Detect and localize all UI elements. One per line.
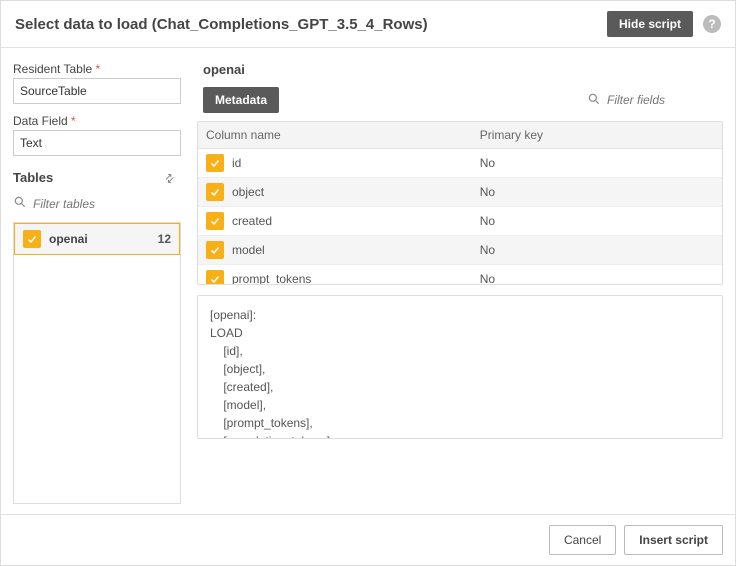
columns-body[interactable]: idNoobjectNocreatedNomodelNoprompt_token… <box>198 149 722 284</box>
columns-table: Column name Primary key idNoobjectNocrea… <box>197 121 723 285</box>
column-primary-key: No <box>472 151 722 175</box>
checkbox-icon[interactable] <box>23 230 41 248</box>
required-asterisk-icon: * <box>71 114 76 128</box>
column-row[interactable]: id No <box>198 149 722 178</box>
script-preview[interactable]: [openai]: LOAD [id], [object], [created]… <box>197 295 723 439</box>
search-icon <box>13 195 27 212</box>
table-item[interactable]: openai 12 <box>14 223 180 255</box>
column-name: model <box>232 243 265 257</box>
fields-toolbar: Metadata <box>197 87 723 113</box>
data-field-label: Data Field * <box>13 114 181 128</box>
left-panel: Resident Table * Data Field * Tables ↗↙ … <box>1 48 193 514</box>
main-content: Resident Table * Data Field * Tables ↗↙ … <box>1 48 735 514</box>
column-row[interactable]: prompt_tokens No <box>198 265 722 284</box>
right-panel: openai Metadata Column name Primary key … <box>193 48 735 514</box>
filter-fields-row <box>587 92 717 109</box>
primary-key-header: Primary key <box>472 122 722 148</box>
search-icon <box>587 92 601 109</box>
cancel-button[interactable]: Cancel <box>549 525 616 555</box>
table-item-count: 12 <box>158 232 171 246</box>
help-icon[interactable]: ? <box>703 15 721 33</box>
column-primary-key: No <box>472 238 722 262</box>
column-name: id <box>232 156 241 170</box>
expand-panel-icon[interactable]: ↗↙ <box>164 172 181 183</box>
dialog-title: Select data to load (Chat_Completions_GP… <box>15 16 607 33</box>
checkbox-icon[interactable] <box>206 241 224 259</box>
insert-script-button[interactable]: Insert script <box>624 525 723 555</box>
tables-list: openai 12 <box>13 222 181 504</box>
column-name: prompt_tokens <box>232 272 311 284</box>
hide-script-button[interactable]: Hide script <box>607 11 693 37</box>
checkbox-icon[interactable] <box>206 270 224 284</box>
column-row[interactable]: created No <box>198 207 722 236</box>
checkbox-icon[interactable] <box>206 183 224 201</box>
column-primary-key: No <box>472 267 722 284</box>
column-row[interactable]: object No <box>198 178 722 207</box>
column-primary-key: No <box>472 209 722 233</box>
filter-tables-row <box>13 195 181 212</box>
dialog-header: Select data to load (Chat_Completions_GP… <box>1 1 735 48</box>
connection-title: openai <box>203 62 723 77</box>
data-field-input[interactable] <box>13 130 181 156</box>
columns-header-row: Column name Primary key <box>198 122 722 149</box>
resident-table-label: Resident Table * <box>13 62 181 76</box>
dialog-footer: Cancel Insert script <box>1 514 735 565</box>
column-primary-key: No <box>472 180 722 204</box>
filter-fields-input[interactable] <box>607 93 717 107</box>
column-name: object <box>232 185 264 199</box>
column-row[interactable]: model No <box>198 236 722 265</box>
resident-table-input[interactable] <box>13 78 181 104</box>
column-name-header: Column name <box>198 122 472 148</box>
column-name: created <box>232 214 272 228</box>
checkbox-icon[interactable] <box>206 212 224 230</box>
filter-tables-input[interactable] <box>33 197 190 211</box>
metadata-button[interactable]: Metadata <box>203 87 279 113</box>
tables-section-header: Tables ↗↙ <box>13 170 181 185</box>
table-item-name: openai <box>49 232 158 246</box>
required-asterisk-icon: * <box>96 62 101 76</box>
checkbox-icon[interactable] <box>206 154 224 172</box>
tables-label: Tables <box>13 170 53 185</box>
